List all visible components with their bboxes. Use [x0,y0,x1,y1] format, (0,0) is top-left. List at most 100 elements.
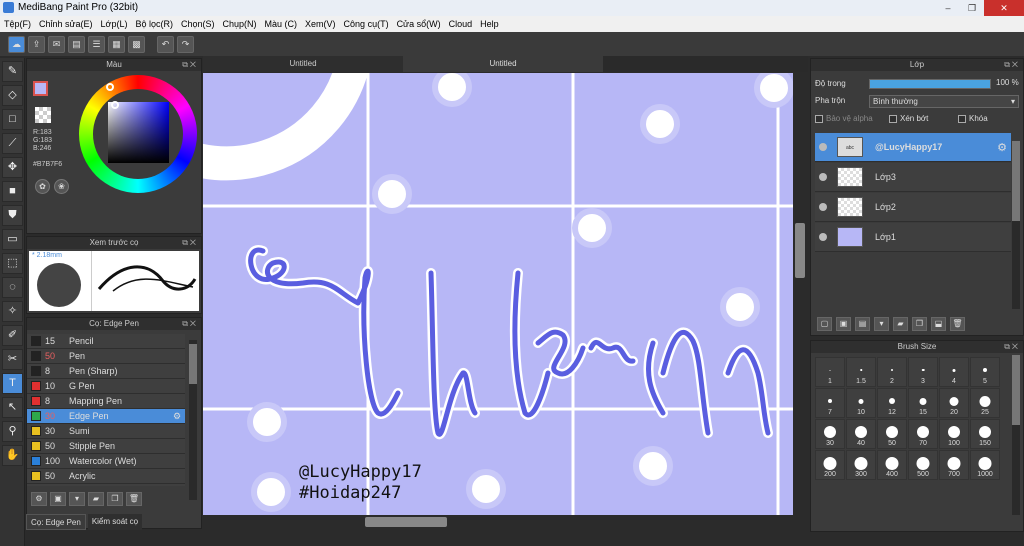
select-eraser-tool-icon[interactable]: ✂ [2,349,23,370]
brush-size-cell[interactable]: 500 [908,450,938,480]
brush-tool-icon[interactable]: ✎ [2,61,23,82]
layer-settings-icon[interactable]: ⚙ [997,141,1007,154]
canvas-horizontal-scrollbar[interactable] [203,515,807,529]
menu-window[interactable]: Cửa sổ(W) [393,16,445,32]
fill-rect-tool-icon[interactable]: ■ [2,181,23,202]
line-tool-icon[interactable]: ⟋ [2,133,23,154]
bucket-tool-icon[interactable]: ⛊ [2,205,23,226]
brush-size-cell[interactable]: 7 [815,388,845,418]
menu-layer[interactable]: Lớp(L) [97,16,132,32]
new-layer-icon[interactable]: ▢ [817,317,832,331]
duplicate-layer-icon[interactable]: ❐ [912,317,927,331]
brush-row[interactable]: 100 Watercolor (Wet) [27,454,185,469]
brush-size-cell[interactable]: 40 [846,419,876,449]
dropper-tool-icon[interactable]: ⚲ [2,421,23,442]
panel-controls-icon[interactable]: ⧉✕ [182,318,198,330]
close-button[interactable]: ✕ [984,0,1024,16]
brush-row[interactable]: 50Watercolor [27,484,185,486]
hue-picker[interactable] [106,83,114,91]
tab-brush[interactable]: Cọ: Edge Pen [26,514,86,530]
panel-controls-icon[interactable]: ⧉✕ [1004,341,1020,353]
brush-size-cell[interactable]: 1000 [970,450,1000,480]
brush-size-cell[interactable]: 2 [877,357,907,387]
doc-icon[interactable]: ▤ [68,35,85,53]
move-tool-icon[interactable]: ✥ [2,157,23,178]
brush-size-cell[interactable]: 50 [877,419,907,449]
size-scrollbar[interactable] [1012,355,1020,515]
brush-row[interactable]: 30 Sumi [27,424,185,439]
redo-icon[interactable]: ↷ [177,35,194,53]
foreground-color-swatch[interactable] [33,81,48,96]
tab-brush-control[interactable]: Kiểm soát cọ [87,514,143,530]
menu-select[interactable]: Chọn(S) [177,16,219,32]
merge-layer-icon[interactable]: ⬓ [931,317,946,331]
tab-document-2[interactable]: Untitled [403,56,603,72]
magic-wand-tool-icon[interactable]: ✧ [2,301,23,322]
add-layer-dropdown-icon[interactable]: ▾ [874,317,889,331]
palette-icon[interactable]: ✿ [35,179,50,194]
protect-alpha-checkbox[interactable]: Bảo vệ alpha [815,114,873,123]
chat-icon[interactable]: ✉ [48,35,65,53]
brush-size-cell[interactable]: 4 [939,357,969,387]
color-picker-marker[interactable] [111,101,119,109]
brush-row[interactable]: 50 Acrylic [27,469,185,484]
brush-size-cell[interactable]: 150 [970,419,1000,449]
gradient-tool-icon[interactable]: ▭ [2,229,23,250]
opacity-slider[interactable] [869,79,991,89]
menu-help[interactable]: Help [476,16,503,32]
saturation-square[interactable] [108,102,169,163]
menu-view[interactable]: Xem(V) [301,16,340,32]
brush-size-cell[interactable]: 70 [908,419,938,449]
new-8bit-layer-icon[interactable]: ▤ [855,317,870,331]
menu-cloud[interactable]: Cloud [445,16,477,32]
list-icon[interactable]: ☰ [88,35,105,53]
brush-size-cell[interactable]: 15 [908,388,938,418]
drawing-canvas[interactable]: @LucyHappy17 #Hoidap247 [203,73,793,515]
grid-icon[interactable]: ▩ [128,35,145,53]
page-icon[interactable]: ▦ [108,35,125,53]
brush-settings-icon[interactable]: ⚙ [173,411,185,422]
brush-size-cell[interactable]: 200 [815,450,845,480]
new-halftone-layer-icon[interactable]: ▣ [836,317,851,331]
brush-row[interactable]: 30 Edge Pen ⚙ [27,409,185,424]
text-tool-icon[interactable]: T [2,373,23,394]
brush-row[interactable]: 50 Stipple Pen [27,439,185,454]
select-pen-tool-icon[interactable]: ✐ [2,325,23,346]
eraser-tool-icon[interactable]: ◇ [2,85,23,106]
brush-size-cell[interactable]: 5 [970,357,1000,387]
brush-row[interactable]: 15 Pencil [27,334,185,349]
layer-row[interactable]: Lớp3 [815,163,1011,192]
visibility-icon[interactable] [819,203,827,211]
brush-size-cell[interactable]: 1 [815,357,845,387]
rectangle-tool-icon[interactable]: □ [2,109,23,130]
undo-icon[interactable]: ↶ [157,35,174,53]
brush-row[interactable]: 50 Pen [27,349,185,364]
brush-size-cell[interactable]: 100 [939,419,969,449]
brush-size-cell[interactable]: 20 [939,388,969,418]
transparent-color-swatch[interactable] [35,107,51,123]
folder-icon[interactable]: ▰ [88,492,104,506]
cloud-icon[interactable]: ☁ [8,35,25,53]
brush-scrollbar[interactable] [189,340,197,500]
brush-size-cell[interactable]: 10 [846,388,876,418]
panel-controls-icon[interactable]: ⧉✕ [1004,59,1020,71]
brush-dropdown-icon[interactable]: ▾ [69,492,85,506]
menu-edit[interactable]: Chỉnh sửa(E) [35,16,97,32]
brush-row[interactable]: 10 G Pen [27,379,185,394]
brush-size-cell[interactable]: 25 [970,388,1000,418]
menu-snap[interactable]: Chụp(N) [219,16,261,32]
delete-layer-icon[interactable]: 🗑 [950,317,965,331]
visibility-icon[interactable] [819,173,827,181]
brush-size-cell[interactable]: 30 [815,419,845,449]
menu-color[interactable]: Màu (C) [261,16,302,32]
upload-icon[interactable]: ⇪ [28,35,45,53]
brush-size-cell[interactable]: 3 [908,357,938,387]
add-brush-icon[interactable]: ⚙ [31,492,47,506]
lock-checkbox[interactable]: Khóa [958,114,988,123]
menu-file[interactable]: Tệp(F) [0,16,35,32]
restore-button[interactable]: ❐ [960,0,984,16]
delete-icon[interactable]: 🗑 [126,492,142,506]
brush-size-cell[interactable]: 1.5 [846,357,876,387]
select-tool-icon[interactable]: ⬚ [2,253,23,274]
brush-size-cell[interactable]: 300 [846,450,876,480]
